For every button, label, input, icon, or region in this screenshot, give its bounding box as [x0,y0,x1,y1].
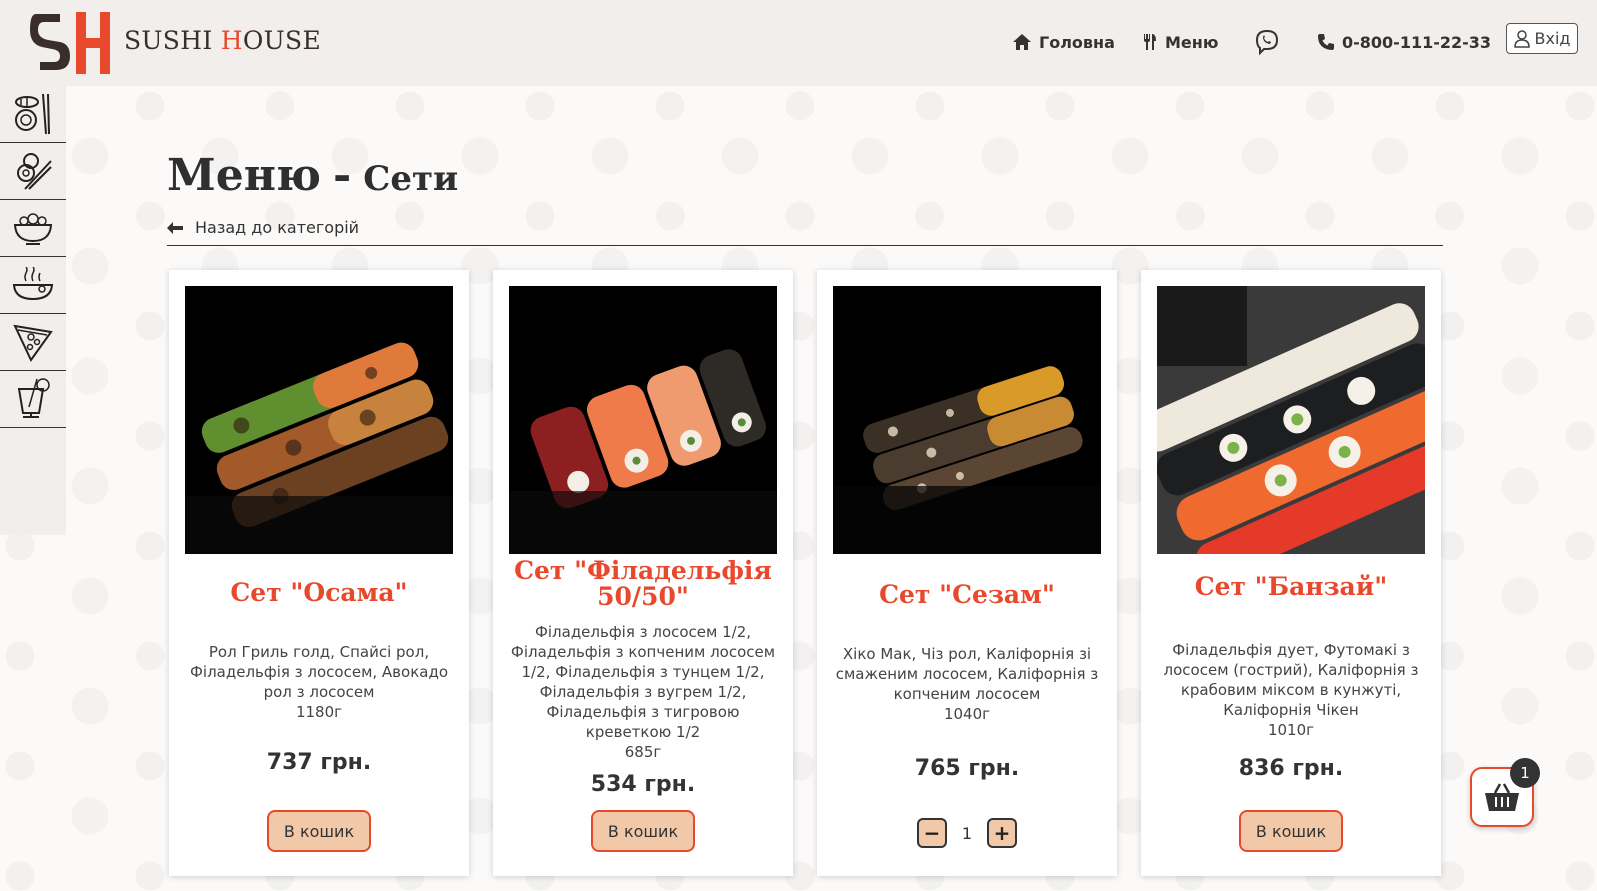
nav-home-label: Головна [1039,32,1115,52]
nav-menu-label: Меню [1165,32,1219,52]
cart-count-badge: 1 [1510,758,1540,788]
product-price: 534 грн. [590,772,696,797]
rolls-chopsticks-icon [17,153,52,190]
increase-quantity-button[interactable]: + [987,818,1017,848]
brand-name-accent: H [220,26,243,55]
product-ingredients: Хіко Мак, Чіз рол, Каліфорнія зі смажени… [835,645,1099,703]
viber-link[interactable] [1254,28,1287,56]
decrease-quantity-button[interactable]: − [917,818,947,848]
home-icon [1013,34,1031,50]
page-title: Меню - Сети [167,150,458,201]
product-image[interactable] [1157,286,1425,554]
phone-icon [1318,34,1334,50]
product-weight: 1180г [295,703,343,721]
page-title-category: Сети [363,159,459,199]
product-price: 836 грн. [1238,756,1344,781]
product-image[interactable] [833,286,1101,554]
brand-name-rest: OUSE [242,26,322,55]
product-weight: 1010г [1267,721,1315,739]
add-to-cart-button[interactable]: В кошик [591,810,695,852]
product-title[interactable]: Сет "Банзай" [1151,574,1431,600]
hot-dish-icon [12,267,54,301]
product-price: 765 грн. [914,756,1020,781]
arrow-left-icon [167,221,183,234]
nav-phone[interactable]: 0-800-111-22-33 [1317,28,1491,56]
product-price: 737 грн. [266,750,372,775]
divider [167,245,1443,246]
back-to-categories-link[interactable]: Назад до категорій [167,218,359,237]
product-title[interactable]: Сет "Осама" [179,580,459,606]
basket-icon [1485,783,1519,811]
salad-bowl-icon [13,213,53,245]
user-icon [1513,29,1530,48]
phone-number: 0-800-111-22-33 [1342,32,1492,52]
category-sidebar [0,86,66,535]
product-description: Філадельфія дует, Футомакі з лососем (го… [1155,640,1427,740]
product-card: Сет "Філадельфія 50/50" Філадельфія з ло… [493,270,793,876]
page-title-separator: - [333,150,352,201]
brand-name-main: SUSHI [124,26,221,55]
brand-name[interactable]: SUSHI HOUSE [124,26,321,55]
back-link-label: Назад до категорій [195,218,360,237]
login-label: Вхід [1534,29,1571,48]
product-ingredients: Філадельфія дует, Футомакі з лососем (го… [1163,641,1419,719]
product-card: Сет "Осама" Рол Гриль голд, Спайсі рол, … [169,270,469,876]
product-description: Рол Гриль голд, Спайсі рол, Філадельфія … [183,642,455,722]
product-weight: 685г [624,743,662,761]
product-title[interactable]: Сет "Сезам" [827,582,1107,608]
sidebar-item-rolls[interactable] [0,143,66,200]
product-card: Сет "Сезам" Хіко Мак, Чіз рол, Каліфорні… [817,270,1117,876]
pizza-slice-icon [13,324,53,362]
sidebar-item-salads[interactable] [0,200,66,257]
product-weight: 1040г [943,705,991,723]
header: SUSHI HOUSE Головна Меню 0-800-111-22-33… [0,0,1597,86]
sidebar-item-hot-dishes[interactable] [0,257,66,314]
nav-home[interactable]: Головна [1012,28,1115,56]
product-ingredients: Філадельфія з лососем 1/2, Філадельфія з… [510,623,776,741]
add-to-cart-button[interactable]: В кошик [267,810,371,852]
product-title[interactable]: Сет "Філадельфія 50/50" [503,558,783,610]
page-title-main: Меню [167,150,322,201]
product-ingredients: Рол Гриль голд, Спайсі рол, Філадельфія … [189,643,448,701]
quantity-value: 1 [961,823,973,843]
product-description: Хіко Мак, Чіз рол, Каліфорнія зі смажени… [831,644,1103,724]
login-button[interactable]: Вхід [1506,23,1578,54]
sushi-set-photo [185,286,453,554]
product-description: Філадельфія з лососем 1/2, Філадельфія з… [507,622,779,762]
viber-icon [1255,29,1279,55]
product-card: Сет "Банзай" Філадельфія дует, Футомакі … [1141,270,1441,876]
sushi-roll-icon [15,93,50,135]
sidebar-item-drinks[interactable] [0,371,66,428]
sushi-set-photo [1157,286,1425,554]
sushi-set-photo [833,286,1101,554]
sidebar-item-sushi[interactable] [0,86,66,143]
product-image[interactable] [185,286,453,554]
product-image[interactable] [509,286,777,554]
nav-menu[interactable]: Меню [1142,28,1218,56]
quantity-stepper: − 1 + [917,818,1017,848]
sushi-set-photo [509,286,777,554]
sidebar-item-pizza[interactable] [0,314,66,371]
logo-icon[interactable] [30,8,114,76]
cocktail-icon [17,378,50,418]
add-to-cart-button[interactable]: В кошик [1239,810,1343,852]
cutlery-icon [1144,34,1156,50]
